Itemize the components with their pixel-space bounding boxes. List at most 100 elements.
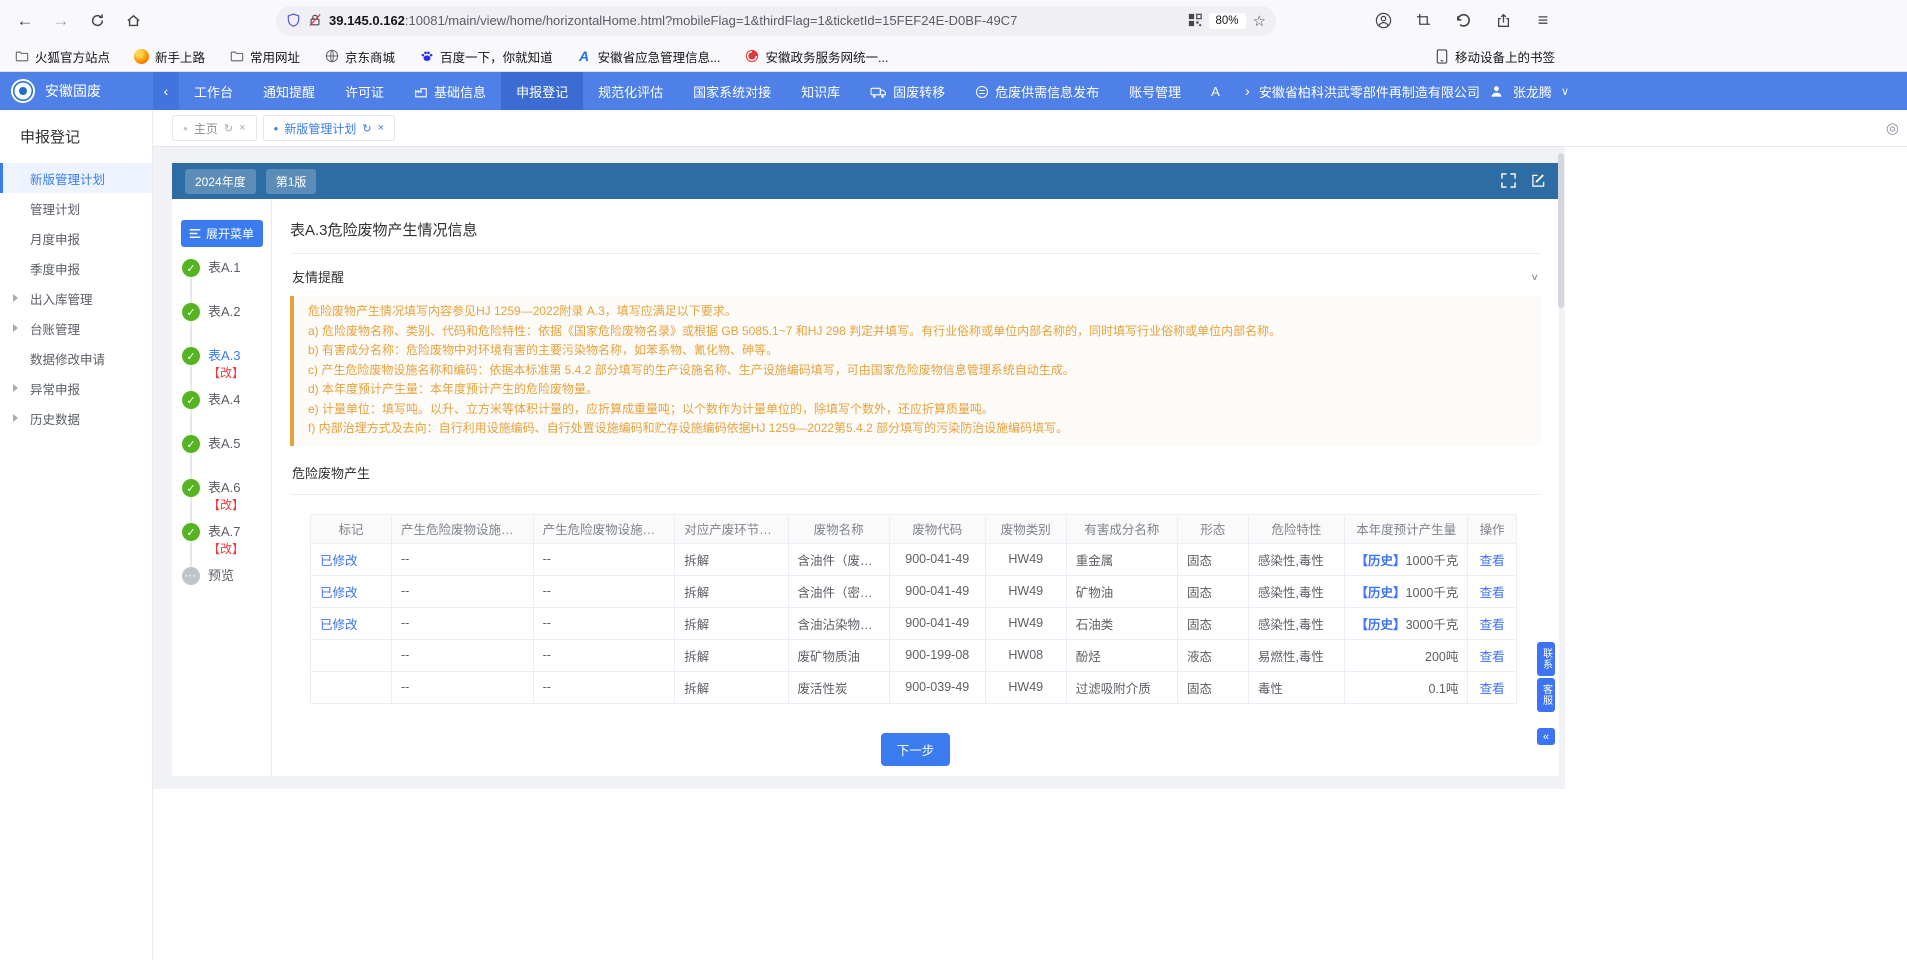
undo-history-icon[interactable] — [1451, 7, 1475, 35]
check-circle-icon: ✓ — [182, 479, 200, 497]
history-flag[interactable]: 【历史】 — [1356, 554, 1406, 568]
sidebar-item-inout-storage[interactable]: 出入库管理 — [0, 283, 152, 313]
tab-new-mgmt-plan[interactable]: ● 新版管理计划 ↻ × — [263, 115, 396, 141]
view-link[interactable]: 查看 — [1480, 682, 1505, 696]
nav-item-account[interactable]: 账号管理 — [1114, 72, 1196, 110]
nav-item-knowledge[interactable]: 知识库 — [786, 72, 855, 110]
expand-menu-button[interactable]: 展开菜单 — [181, 220, 263, 247]
nav-item-waste-transfer[interactable]: 固废转移 — [855, 72, 960, 110]
notice-box: 危险废物产生情况填写内容参见HJ 1259—2022附录 A.3，填写应满足以下… — [290, 296, 1541, 446]
sidebar-item-monthly[interactable]: 月度申报 — [0, 223, 152, 253]
step-a6[interactable]: ✓表A.6【改】 — [182, 479, 271, 523]
tracking-shield-icon[interactable] — [286, 12, 301, 30]
step-a1[interactable]: ✓表A.1 — [182, 259, 271, 303]
tab-close-icon[interactable]: × — [378, 122, 384, 134]
sidebar-item-ledger[interactable]: 台账管理 — [0, 313, 152, 343]
bookmark-item[interactable]: 火狐官方站点 — [14, 47, 110, 66]
scrollbar-thumb[interactable] — [1558, 153, 1564, 308]
year-badge[interactable]: 2024年度 — [185, 169, 256, 194]
table-header-cell: 危险特性 — [1248, 514, 1344, 543]
nav-item-workbench[interactable]: 工作台 — [179, 72, 248, 110]
version-badge[interactable]: 第1版 — [266, 169, 317, 194]
step-a4[interactable]: ✓表A.4 — [182, 391, 271, 435]
insecure-lock-icon[interactable] — [308, 12, 322, 30]
form-cell: 固态 — [1178, 543, 1249, 575]
nav-item-national-system[interactable]: 国家系统对接 — [678, 72, 786, 110]
facility-code-cell: -- — [391, 543, 533, 575]
menu-icon[interactable]: ≡ — [1531, 7, 1555, 35]
sidebar-item-quarterly[interactable]: 季度申报 — [0, 253, 152, 283]
browser-forward-icon[interactable]: → — [46, 7, 76, 35]
tab-home[interactable]: ● 主页 ↻ × — [172, 115, 257, 141]
hazard-cell: 感染性,毒性 — [1248, 543, 1344, 575]
fullscreen-icon[interactable] — [1501, 172, 1516, 190]
tab-refresh-icon[interactable]: ↻ — [224, 122, 233, 135]
tab-refresh-icon[interactable]: ↻ — [362, 122, 371, 135]
facility-name-cell: -- — [533, 543, 675, 575]
amount-cell: 200吨 — [1344, 639, 1467, 671]
nav-item-basic-info[interactable]: 基础信息 — [399, 72, 501, 110]
table-row: -- -- 拆解 废矿物质油 900-199-08 HW08 酚烃 — [311, 639, 1517, 671]
bookmark-item[interactable]: A 安徽省应急管理信息... — [577, 47, 721, 66]
nav-item-standard-eval[interactable]: 规范化评估 — [583, 72, 678, 110]
sidebar-item-history[interactable]: 历史数据 — [0, 403, 152, 433]
service-tab-top[interactable]: 联系 — [1537, 642, 1555, 676]
nav-item-notifications[interactable]: 通知提醒 — [248, 72, 330, 110]
action-cell: 查看 — [1468, 607, 1517, 639]
save-to-device-icon[interactable] — [1491, 7, 1515, 35]
nav-item-a[interactable]: A — [1196, 72, 1235, 110]
bookmark-item[interactable]: 京东商城 — [324, 47, 395, 66]
browser-refresh-icon[interactable] — [82, 7, 112, 35]
bookmark-item[interactable]: 常用网址 — [229, 47, 300, 66]
nav-collapse-icon[interactable]: ‹ — [153, 72, 179, 110]
url-text[interactable]: 39.145.0.162:10081/main/view/home/horizo… — [329, 13, 1181, 28]
history-flag[interactable]: 【历史】 — [1356, 618, 1406, 632]
step-a2[interactable]: ✓表A.2 — [182, 303, 271, 347]
step-a7[interactable]: ✓表A.7【改】 — [182, 523, 271, 567]
waste-name-cell: 废矿物质油 — [788, 639, 889, 671]
nav-item-supply-demand[interactable]: 危废供需信息发布 — [960, 72, 1114, 110]
bookmark-item[interactable]: 新手上路 — [134, 47, 205, 66]
qr-code-icon[interactable] — [1188, 12, 1202, 30]
tab-close-icon[interactable]: × — [239, 122, 245, 134]
zoom-level-badge[interactable]: 80% — [1209, 13, 1246, 29]
waste-code-cell: 900-041-49 — [889, 543, 985, 575]
bookmark-item[interactable]: 安徽政务服务网统一... — [745, 47, 889, 66]
service-tab-bottom[interactable]: 客服 — [1537, 678, 1555, 712]
sidebar-item-mgmt-plan[interactable]: 管理计划 — [0, 193, 152, 223]
user-name[interactable]: 张龙腾 — [1513, 82, 1552, 101]
screenshot-crop-icon[interactable] — [1411, 7, 1435, 35]
chevron-right-icon[interactable]: › — [1245, 83, 1250, 100]
browser-back-icon[interactable]: ← — [10, 7, 40, 35]
category-cell: HW49 — [985, 607, 1066, 639]
history-flag[interactable]: 【历史】 — [1356, 586, 1406, 600]
sidebar-item-data-modify[interactable]: 数据修改申请 — [0, 343, 152, 373]
bookmark-item[interactable]: 百度一下，你就知道 — [419, 47, 553, 66]
tab-dot-icon: ● — [274, 124, 279, 133]
notice-line: d) 本年度预计产生量：本年度预计产生的危险废物量。 — [308, 380, 1527, 400]
view-link[interactable]: 查看 — [1480, 650, 1505, 664]
url-bar[interactable]: 39.145.0.162:10081/main/view/home/horizo… — [276, 6, 1276, 36]
edit-icon[interactable] — [1531, 172, 1546, 190]
bookmark-star-icon[interactable]: ☆ — [1253, 12, 1266, 30]
step-a5[interactable]: ✓表A.5 — [182, 435, 271, 479]
step-a3[interactable]: ✓表A.3【改】 — [182, 347, 271, 391]
sidebar-item-new-mgmt-plan[interactable]: 新版管理计划 — [0, 163, 152, 193]
supply-demand-icon — [975, 83, 989, 99]
collapse-chevron-icon[interactable]: ∨ — [1530, 271, 1539, 282]
step-preview[interactable]: ···预览 — [182, 567, 271, 611]
chevron-down-icon[interactable]: ∨ — [1561, 85, 1569, 98]
view-link[interactable]: 查看 — [1480, 618, 1505, 632]
nav-item-declaration[interactable]: 申报登记 — [501, 72, 583, 110]
tab-options-icon[interactable]: ◎ — [1886, 119, 1899, 137]
nav-item-license[interactable]: 许可证 — [330, 72, 399, 110]
browser-home-icon[interactable] — [118, 7, 148, 35]
account-icon[interactable] — [1371, 7, 1395, 35]
mobile-bookmarks[interactable]: 移动设备上的书签 — [1435, 47, 1555, 66]
view-link[interactable]: 查看 — [1480, 554, 1505, 568]
notice-header[interactable]: 友情提醒 ∨ — [290, 254, 1541, 296]
collapse-widget-button[interactable]: « — [1537, 728, 1555, 745]
view-link[interactable]: 查看 — [1480, 586, 1505, 600]
next-step-button[interactable]: 下一步 — [881, 733, 951, 766]
sidebar-item-abnormal[interactable]: 异常申报 — [0, 373, 152, 403]
